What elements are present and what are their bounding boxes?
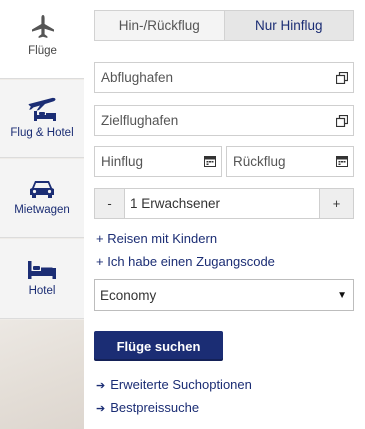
destination-placeholder: Zielflughafen [101,113,179,128]
airplane-icon [30,14,56,40]
advanced-search-link[interactable]: ➔ Erweiterte Suchoptionen [96,377,252,392]
origin-placeholder: Abflughafen [101,70,174,85]
plus-icon: + [96,254,104,269]
cabin-class-select[interactable]: Economy ▼ [94,279,354,311]
origin-field[interactable]: Abflughafen [94,62,354,93]
open-list-icon[interactable] [331,114,353,127]
trip-type-roundtrip[interactable]: Hin-/Rückflug [95,11,224,40]
bed-icon [27,260,57,280]
return-placeholder: Rückflug [233,154,286,169]
nav-item-hotel[interactable]: Hotel [0,239,84,319]
passenger-increment-button[interactable]: + [319,189,353,218]
nav-label: Mietwagen [14,204,70,216]
passenger-stepper: - 1 Erwachsener + [94,188,354,219]
flight-search-panel: Hin-/Rückflug Nur Hinflug Abflughafen Zi… [84,0,365,429]
car-icon [29,179,55,199]
trip-type-oneway[interactable]: Nur Hinflug [223,11,353,40]
background-image [0,320,84,429]
departure-placeholder: Hinflug [101,154,144,169]
arrow-right-icon: ➔ [96,403,106,415]
best-price-search-link[interactable]: ➔ Bestpreissuche [96,400,199,415]
open-list-icon[interactable] [331,71,353,84]
best-price-search-label: Bestpreissuche [110,400,200,415]
return-date-field[interactable]: Rückflug [226,146,354,177]
access-code-link[interactable]: + Ich habe einen Zugangscode [96,254,275,269]
advanced-search-label: Erweiterte Suchoptionen [110,377,252,392]
travel-with-kids-link[interactable]: + Reisen mit Kindern [96,231,217,246]
arrow-right-icon: ➔ [96,380,106,392]
calendar-icon[interactable] [199,156,221,167]
access-code-label: Ich habe einen Zugangscode [107,254,275,269]
nav-item-mietwagen[interactable]: Mietwagen [0,159,84,238]
search-flights-button[interactable]: Flüge suchen [94,331,223,361]
calendar-icon[interactable] [331,156,353,167]
passenger-decrement-button[interactable]: - [95,189,125,218]
nav-item-flug-hotel[interactable]: Flug & Hotel [0,80,84,158]
travel-with-kids-label: Reisen mit Kindern [107,231,218,246]
caret-down-icon: ▼ [337,290,347,301]
nav-item-fluege[interactable]: Flüge [0,0,85,79]
passenger-count[interactable]: 1 Erwachsener [125,189,319,218]
trip-type-toggle: Hin-/Rückflug Nur Hinflug [94,10,354,41]
nav-label: Hotel [28,285,56,297]
cabin-class-value: Economy [100,287,157,303]
nav-label: Flüge [28,45,57,57]
plus-icon: + [96,231,104,246]
plane-bed-icon [26,96,58,122]
destination-field[interactable]: Zielflughafen [94,105,354,136]
nav-label: Flug & Hotel [10,127,74,139]
departure-date-field[interactable]: Hinflug [94,146,222,177]
